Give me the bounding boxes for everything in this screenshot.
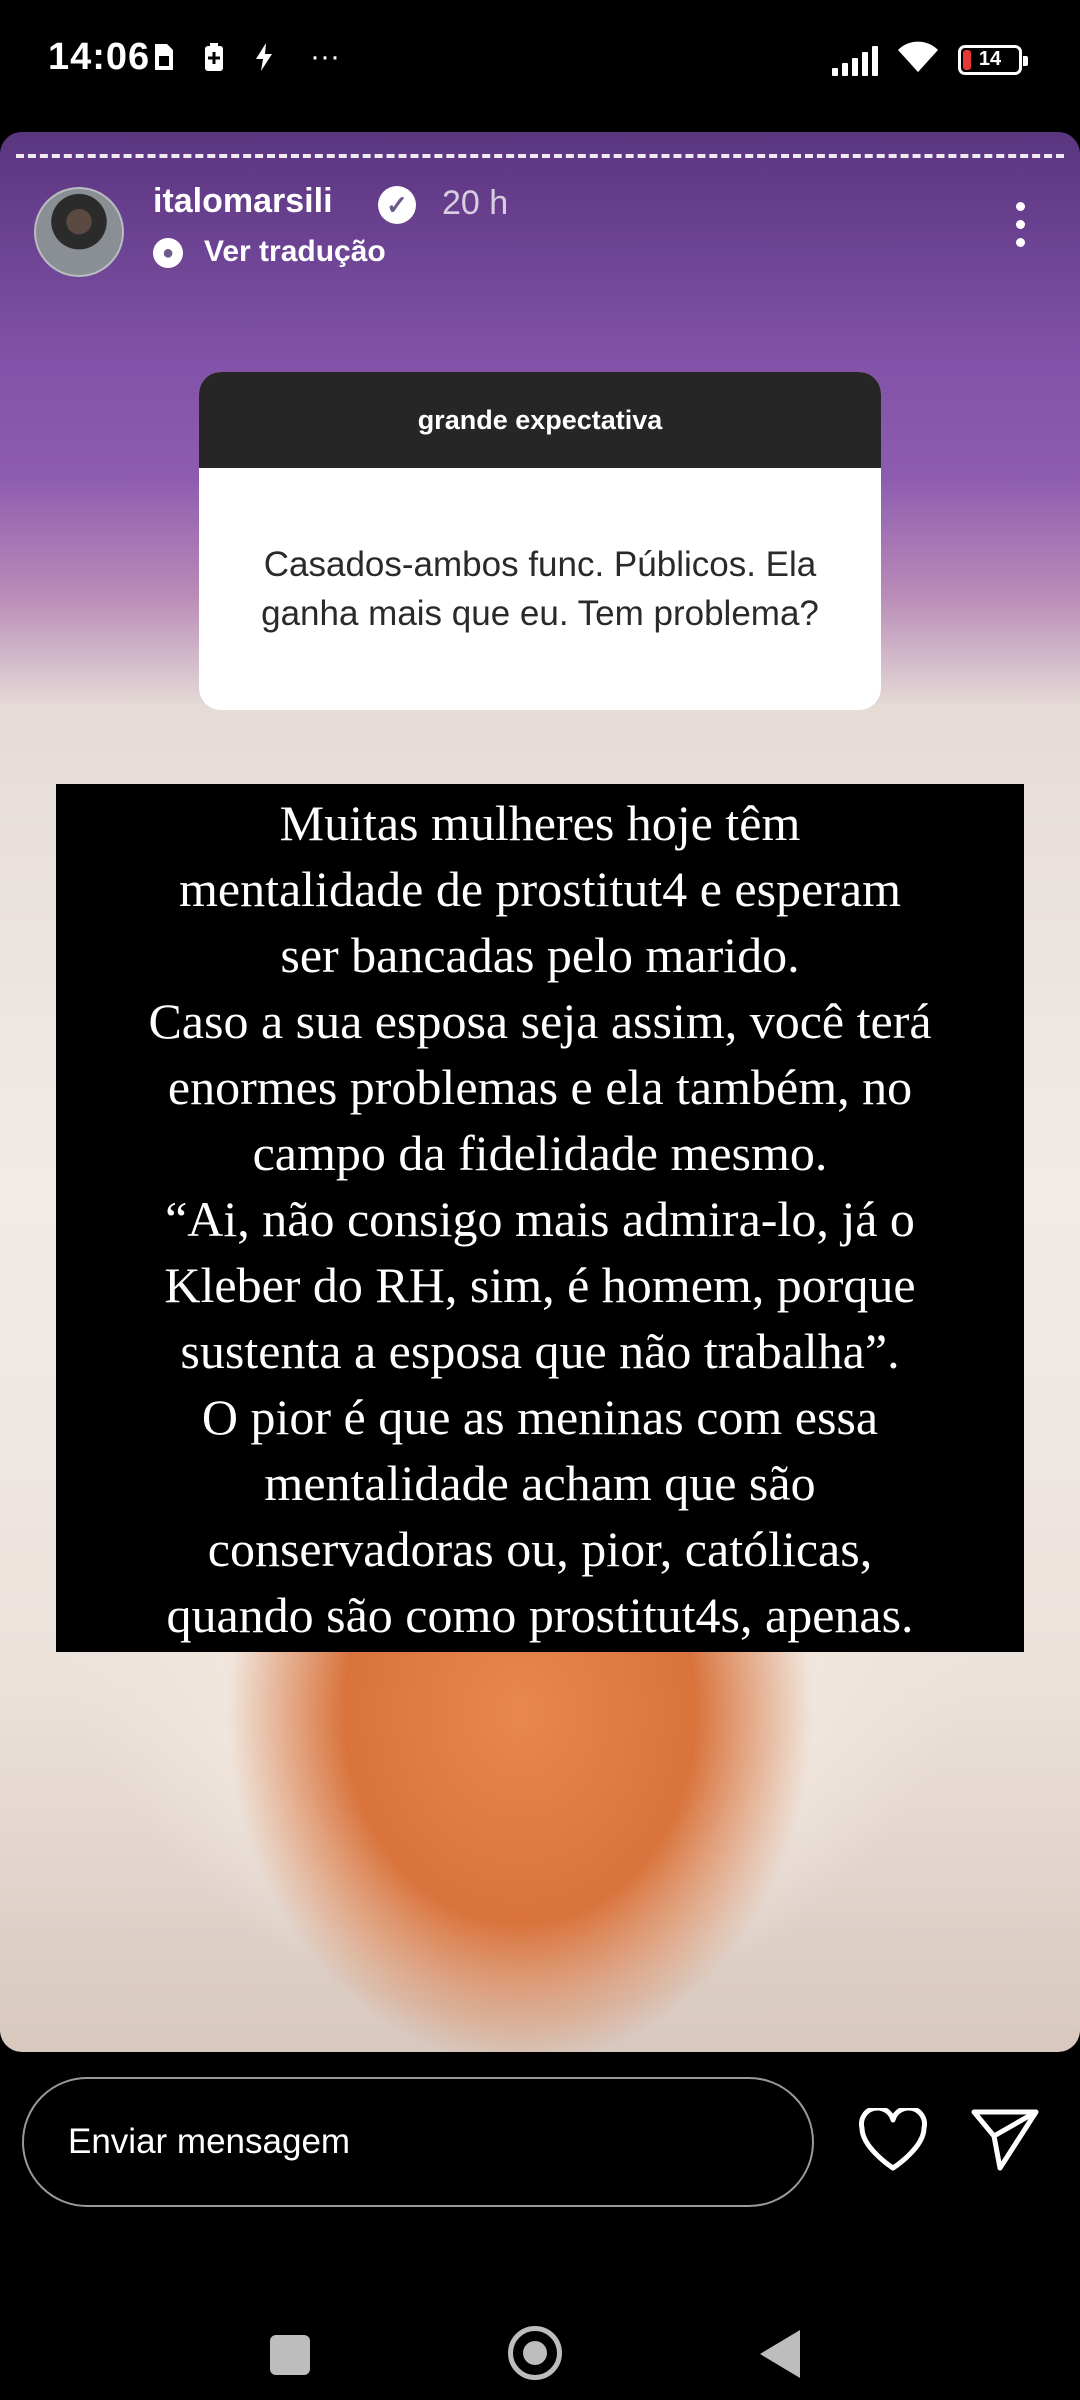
answer-line: sustenta a esposa que não trabalha”. <box>180 1323 900 1379</box>
flash-icon <box>250 40 278 74</box>
question-sticker: grande expectativa Casados-ambos func. P… <box>199 372 881 710</box>
like-heart-icon[interactable] <box>858 2105 928 2172</box>
more-dots-icon: ··· <box>310 40 340 73</box>
sim-icon <box>150 40 178 74</box>
story-progress-bar <box>16 154 1064 162</box>
status-icons-right: 14 <box>832 40 1028 79</box>
answer-line: ser bancadas pelo marido. <box>280 927 800 983</box>
answer-line: enormes problemas e ela também, no <box>167 1059 913 1115</box>
answer-line: Muitas mulheres hoje têm <box>279 795 801 851</box>
avatar[interactable] <box>34 187 124 277</box>
home-icon[interactable] <box>508 2326 562 2380</box>
answer-text-block: Muitas mulheres hoje têm mentalidade de … <box>56 784 1024 1652</box>
answer-line: mentalidade acham que são <box>264 1455 816 1511</box>
answer-line: quando são como prostitut4s, apenas. <box>166 1587 914 1643</box>
battery-level: 14 <box>978 48 1002 70</box>
question-header: grande expectativa <box>199 372 881 468</box>
status-time: 14:06 <box>48 36 151 78</box>
answer-line: Kleber do RH, sim, é homem, porque <box>164 1257 916 1313</box>
send-direct-icon[interactable] <box>970 2106 1040 2172</box>
question-text: Casados-ambos func. Públicos. Ela ganha … <box>261 545 819 633</box>
answer-line: “Ai, não consigo mais admira-lo, já o <box>165 1191 915 1247</box>
recent-apps-icon[interactable] <box>270 2335 310 2375</box>
answer-line: mentalidade de prostitut4 e esperam <box>179 861 901 917</box>
answer-line: conservadoras ou, pior, católicas, <box>207 1521 873 1577</box>
story-viewer[interactable]: italomarsili ✓ 20 h ● Ver tradução grand… <box>0 132 1080 2052</box>
status-icons-left: ··· <box>150 40 350 74</box>
translate-icon: ● <box>153 238 183 268</box>
back-icon[interactable] <box>760 2330 800 2378</box>
send-message-input[interactable]: Enviar mensagem <box>22 2077 814 2207</box>
answer-line: Caso a sua esposa seja assim, você terá <box>148 993 932 1049</box>
username[interactable]: italomarsili <box>153 182 333 221</box>
answer-line: O pior é que as meninas com essa <box>201 1389 879 1445</box>
battery-saver-icon <box>200 40 228 74</box>
see-translation-button[interactable]: Ver tradução <box>204 235 386 269</box>
more-options-icon[interactable] <box>1016 202 1028 247</box>
send-message-placeholder: Enviar mensagem <box>68 2122 351 2161</box>
navigation-bar <box>0 2270 1080 2400</box>
verified-badge-icon: ✓ <box>378 186 416 224</box>
answer-line: campo da fidelidade mesmo. <box>252 1125 828 1181</box>
story-time-ago: 20 h <box>442 184 509 222</box>
wifi-icon <box>896 40 940 79</box>
status-bar: 14:06 ··· 14 <box>0 0 1080 120</box>
signal-icon <box>832 44 878 76</box>
battery-icon: 14 <box>958 44 1028 75</box>
